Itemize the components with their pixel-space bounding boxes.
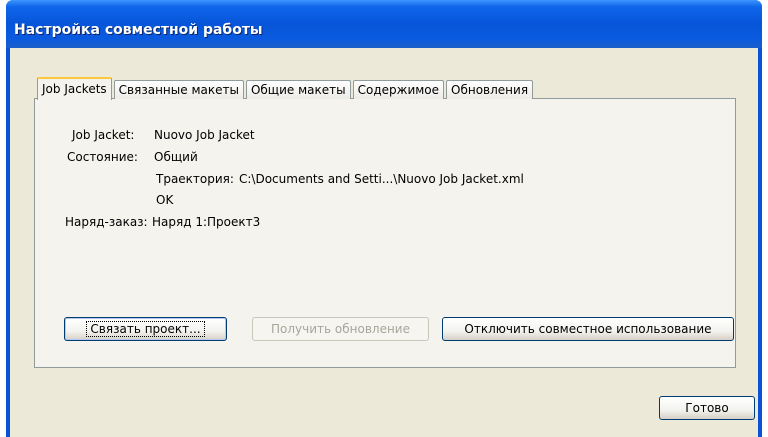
status-text: OK — [156, 193, 174, 207]
get-update-button[interactable]: Получить обновление — [252, 317, 429, 341]
state-value: Общий — [154, 150, 198, 164]
tab-strip: Job Jackets Связанные макеты Общие макет… — [37, 77, 535, 100]
path-value: C:\Documents and Setti...\Nuovo Job Jack… — [239, 172, 524, 186]
disable-sharing-button[interactable]: Отключить совместное использование — [442, 317, 734, 341]
link-project-label: Связать проект... — [86, 321, 205, 337]
done-button[interactable]: Готово — [659, 396, 755, 420]
tab-updates[interactable]: Обновления — [446, 80, 534, 99]
ticket-value: Наряд 1:Проект3 — [152, 215, 261, 229]
tab-job-jackets[interactable]: Job Jackets — [37, 77, 112, 100]
tab-linked-layouts[interactable]: Связанные макеты — [113, 80, 244, 99]
window-title: Настройка совместной работы — [14, 22, 263, 38]
job-jacket-value: Nuovo Job Jacket — [154, 128, 255, 142]
title-bar[interactable]: Настройка совместной работы — [6, 0, 762, 48]
dialog-window: Настройка совместной работы Job Jackets … — [6, 0, 762, 437]
ticket-label: Наряд-заказ: — [65, 215, 148, 229]
job-jacket-label: Job Jacket: — [72, 128, 135, 142]
dialog-body: Job Jackets Связанные макеты Общие макет… — [10, 48, 758, 437]
path-label: Траектория: — [156, 172, 234, 186]
link-project-button[interactable]: Связать проект... — [64, 317, 227, 341]
tab-shared-layouts[interactable]: Общие макеты — [245, 80, 351, 99]
tab-content[interactable]: Содержимое — [352, 80, 445, 99]
state-label: Состояние: — [67, 150, 138, 164]
